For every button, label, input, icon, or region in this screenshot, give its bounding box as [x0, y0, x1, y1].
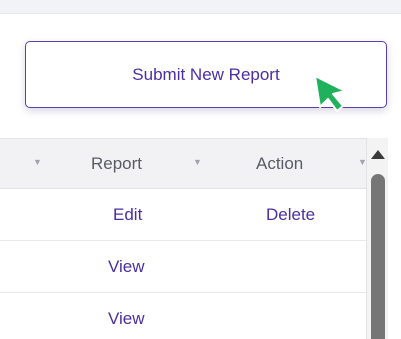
table-row: Edit Delete	[0, 189, 366, 241]
view-link[interactable]: View	[108, 241, 145, 292]
table-row: View	[0, 241, 366, 293]
top-toolbar-strip	[0, 0, 401, 14]
column-header-action[interactable]: Action	[256, 139, 303, 189]
submit-new-report-label: Submit New Report	[132, 64, 280, 84]
filter-icon[interactable]: ▼	[193, 157, 202, 167]
scrollbar-thumb[interactable]	[371, 174, 385, 339]
scroll-up-arrow-icon[interactable]	[371, 150, 385, 159]
table-header: ▼ Report ▼ Action ▼	[0, 139, 367, 189]
edit-link[interactable]: Edit	[113, 189, 142, 240]
filter-icon[interactable]: ▼	[33, 157, 42, 167]
table-row: View	[0, 293, 366, 339]
vertical-scrollbar[interactable]	[366, 138, 388, 339]
column-header-report[interactable]: Report	[91, 139, 142, 189]
delete-link[interactable]: Delete	[266, 189, 315, 240]
submit-new-report-button[interactable]: Submit New Report	[25, 41, 387, 108]
view-link[interactable]: View	[108, 293, 145, 339]
reports-table: ▼ Report ▼ Action ▼ Edit Delete View Vie…	[0, 138, 388, 339]
